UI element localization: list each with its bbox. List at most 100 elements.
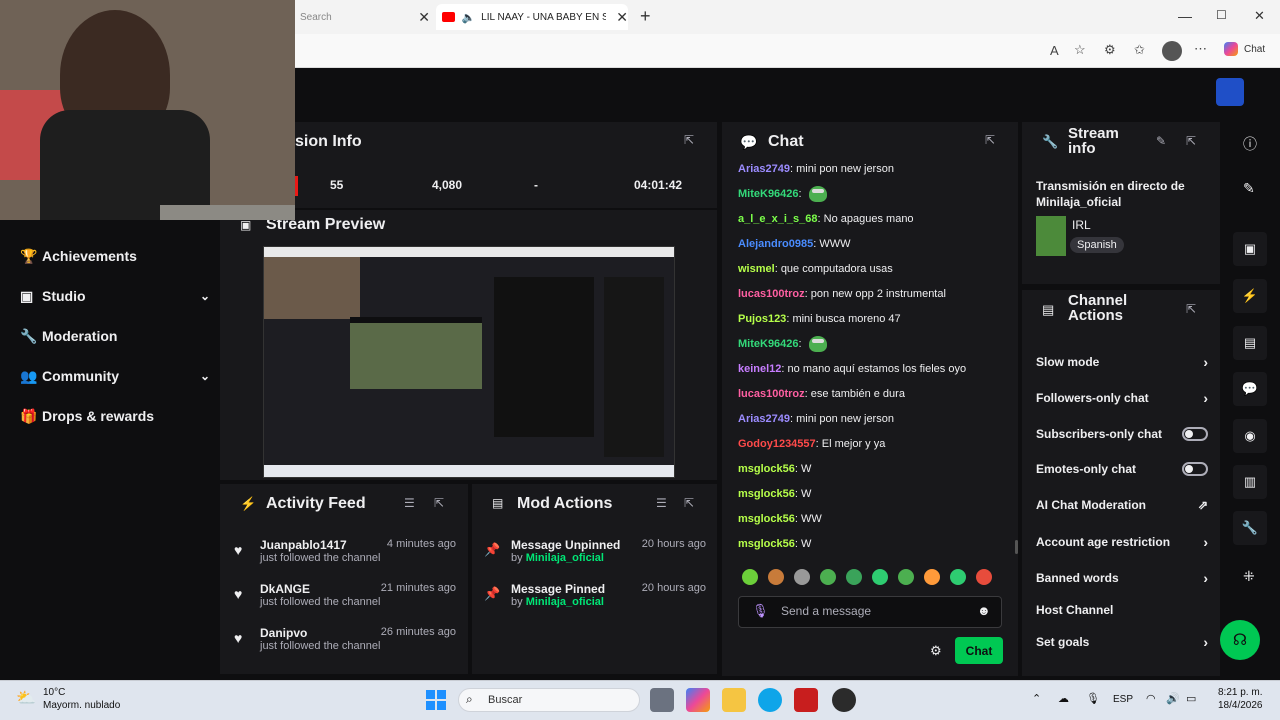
popout-icon[interactable]: ⇱ [1186,302,1196,316]
avatar[interactable] [1162,41,1182,61]
popout-icon[interactable]: ⇱ [684,496,694,510]
plus-icon[interactable]: + [640,6,651,27]
tab-search[interactable]: Search ✕ [300,4,430,30]
user-avatar[interactable] [1216,78,1244,106]
quick-action-bolt[interactable]: ⚡ [1233,279,1267,313]
chat-username[interactable]: msglock56 [738,488,795,500]
quick-action-layout[interactable]: ▥ [1233,465,1267,499]
sidebar-item-community[interactable]: 👥 Community ⌄ [20,361,210,391]
close-window-icon[interactable]: ✕ [1254,8,1265,24]
chat-username[interactable]: Arias2749 [738,163,790,175]
sidebar-item-achievements[interactable]: 🏆 Achievements [20,241,210,271]
moderator-name[interactable]: Minilaja_oficial [526,552,604,564]
mcafee-icon[interactable] [794,688,818,712]
channel-action-ai-chat-moderation[interactable]: AI Chat Moderation ⇗ [1036,493,1208,517]
mic-icon[interactable]: 🎙 [1086,692,1100,705]
quick-action-notes[interactable]: ▤ [1233,326,1267,360]
toggle-switch[interactable] [1182,462,1208,476]
emote-bar[interactable] [742,569,1002,590]
sidebar-item-studio[interactable]: ▣ Studio ⌄ [20,281,210,311]
chat-username[interactable]: msglock56 [738,513,795,525]
chat-username[interactable]: msglock56 [738,463,795,475]
chat-username[interactable]: MiteK96426 [738,188,799,200]
popout-icon[interactable]: ⇱ [434,496,444,510]
support-button[interactable]: ☊ [1220,620,1260,660]
language-tag[interactable]: Spanish [1070,237,1124,253]
chat-send-button[interactable]: Chat [955,637,1003,664]
chat-username[interactable]: lucas100troz [738,288,805,300]
quick-action-clip[interactable]: ▣ [1233,232,1267,266]
sidebar-item-moderation[interactable]: 🔧 Moderation [20,321,210,351]
copilot-icon[interactable] [686,688,710,712]
popout-icon[interactable]: ⇱ [684,133,694,147]
taskbar-search[interactable] [458,688,640,712]
quick-action-broadcast[interactable]: ◉ [1233,419,1267,453]
channel-action-slow-mode[interactable]: Slow mode › [1036,350,1208,374]
clock-time[interactable]: 8:21 p. m. [1218,687,1262,698]
edge-icon[interactable] [758,688,782,712]
chat-username[interactable]: Pujos123 [738,313,786,325]
channel-action-followers-only-chat[interactable]: Followers-only chat › [1036,386,1208,410]
popout-icon[interactable]: ⇱ [985,133,995,147]
category-name[interactable]: IRL [1072,218,1091,232]
follower-name[interactable]: Juanpablo1417 [260,538,380,552]
more-icon[interactable]: ⋯ [1194,41,1207,57]
pencil-icon[interactable]: ✎ [1156,134,1166,148]
channel-action-banned-words[interactable]: Banned words › [1036,566,1208,590]
chat-username[interactable]: Alejandro0985 [738,238,813,250]
channel-action-subscribers-only-chat[interactable]: Subscribers-only chat [1036,422,1208,446]
close-tab-icon[interactable]: ✕ [616,9,628,26]
filter-icon[interactable]: ☰ [404,496,415,510]
close-tab-icon[interactable]: ✕ [418,9,430,26]
chat-username[interactable]: MiteK96426 [738,338,799,350]
favorites-icon[interactable]: ✩ [1134,42,1145,58]
chat-username[interactable]: msglock56 [738,538,795,550]
chat-username[interactable]: Arias2749 [738,413,790,425]
chevron-up-icon[interactable]: ⌃ [1032,692,1041,705]
moderator-name[interactable]: Minilaja_oficial [526,596,604,608]
chat-username[interactable]: lucas100troz [738,388,805,400]
chat-username[interactable]: wismel [738,263,775,275]
follower-name[interactable]: DkANGE [260,582,380,596]
emoji-icon[interactable]: ☻ [977,603,991,618]
windows-start-icon[interactable] [426,690,446,710]
read-aloud-icon[interactable]: A [1050,43,1059,58]
filter-icon[interactable]: ☰ [656,496,667,510]
chevron-down-icon[interactable]: ⌄ [200,369,210,383]
speaker-icon[interactable]: 🔈 [461,11,475,24]
channel-action-account-age-restriction[interactable]: Account age restriction › [1036,530,1208,554]
gear-icon[interactable]: ⚙ [930,643,942,659]
pencil-icon[interactable]: ✎ [1243,180,1255,197]
chat-username[interactable]: a_l_e_x_i_s_68 [738,213,818,225]
channel-action-host-channel[interactable]: Host Channel [1036,598,1208,622]
chat-username[interactable]: Godoy1234557 [738,438,816,450]
sidebar-item-drops-rewards[interactable]: 🎁 Drops & rewards [20,401,210,431]
file-explorer-icon[interactable] [722,688,746,712]
clock-date[interactable]: 18/4/2026 [1218,700,1263,711]
maximize-icon[interactable]: ☐ [1216,8,1227,22]
quick-action-wrench[interactable]: 🔧 [1233,511,1267,545]
stream-preview-video[interactable] [263,246,675,478]
task-view-icon[interactable] [650,688,674,712]
volume-icon[interactable]: 🔊 [1166,692,1180,705]
star-icon[interactable]: ☆ [1074,42,1086,58]
mic-icon[interactable]: 🎙 [752,603,769,619]
copilot-button[interactable]: Chat [1224,42,1265,56]
extension-icon[interactable]: ⚙ [1104,42,1116,58]
language-indicator[interactable]: ESP [1113,694,1133,705]
wifi-icon[interactable]: ◠ [1146,692,1156,705]
add-action-icon[interactable]: ⁜ [1243,568,1255,585]
chat-username[interactable]: keinel12 [738,363,781,375]
app-icon[interactable] [832,688,856,712]
battery-icon[interactable]: ▭ [1186,692,1196,705]
minimize-icon[interactable]: — [1178,8,1192,24]
toggle-switch[interactable] [1182,427,1208,441]
channel-action-set-goals[interactable]: Set goals › [1036,630,1208,654]
cloud-icon[interactable]: ☁ [1058,692,1069,705]
category-boxart[interactable] [1036,216,1066,256]
scrollbar[interactable] [1015,540,1018,554]
tab-youtube[interactable]: 🔈 LIL NAAY - UNA BABY EN SAN ✕ [436,4,628,30]
follower-name[interactable]: Danipvo [260,626,380,640]
channel-action-emotes-only-chat[interactable]: Emotes-only chat [1036,457,1208,481]
popout-icon[interactable]: ⇱ [1186,134,1196,148]
